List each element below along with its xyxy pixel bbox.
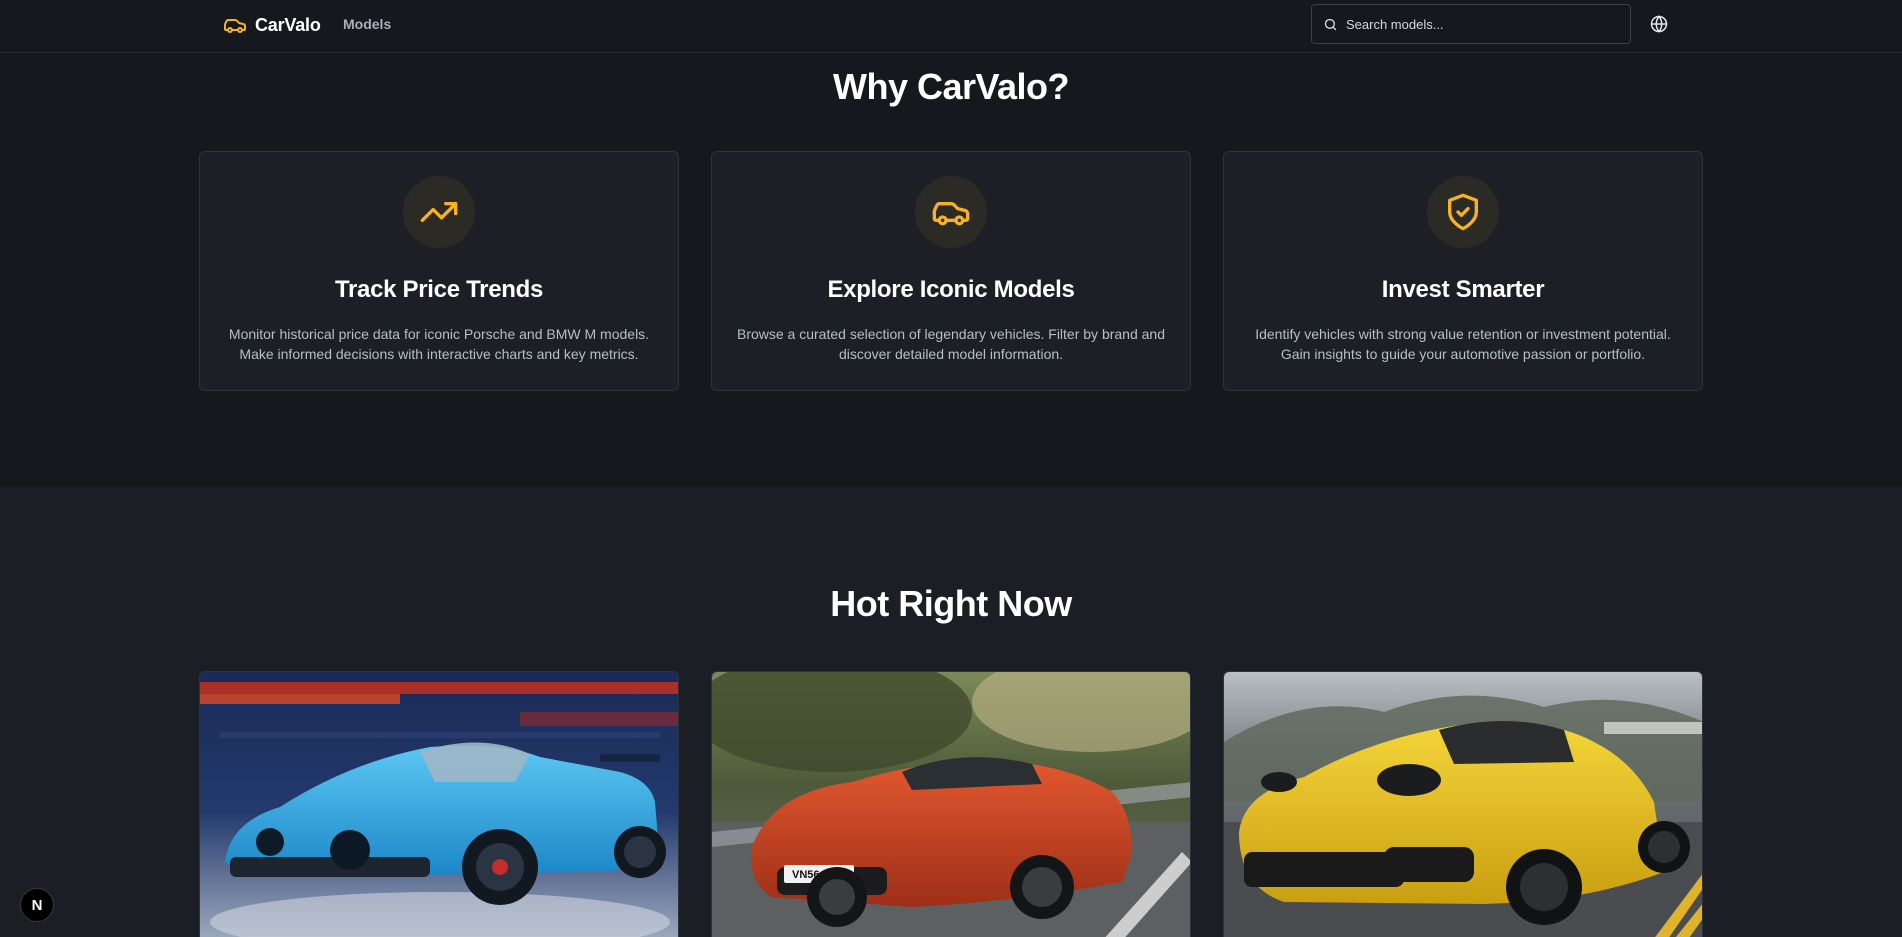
globe-icon[interactable] [1649, 14, 1669, 34]
feature-card-invest-smarter: Invest Smarter Identify vehicles with st… [1223, 151, 1703, 391]
trending-up-icon [420, 202, 458, 222]
why-section: Why CarValo? Track Price Trends Monitor … [0, 54, 1902, 487]
feature-title: Invest Smarter [1381, 276, 1545, 303]
car-image [1224, 672, 1702, 937]
feature-title: Track Price Trends [334, 276, 544, 303]
nav-link-models[interactable]: Models [343, 16, 391, 32]
logo-link[interactable]: CarValo [223, 13, 321, 37]
why-title: Why CarValo? [832, 66, 1070, 107]
feature-title: Explore Iconic Models [827, 276, 1075, 303]
feature-card-track-price: Track Price Trends Monitor historical pr… [199, 151, 679, 391]
hot-card-yellow-porsche[interactable] [1223, 671, 1703, 937]
search-input[interactable] [1346, 16, 1616, 32]
car-icon [224, 19, 246, 33]
hot-section: Hot Right Now VN56 [0, 487, 1902, 937]
feature-card-explore-models: Explore Iconic Models Browse a curated s… [711, 151, 1191, 391]
feature-icon-wrap [915, 176, 987, 248]
dev-tools-badge[interactable]: N [20, 888, 54, 922]
hot-card-blue-porsche[interactable] [199, 671, 679, 937]
logo-text: CarValo [255, 14, 321, 35]
feature-description: Monitor historical price data for iconic… [228, 326, 650, 362]
feature-icon-wrap [1427, 176, 1499, 248]
hot-card-red-aston-martin[interactable]: VN56 AML [711, 671, 1191, 937]
feature-description: Browse a curated selection of legendary … [736, 326, 1165, 362]
search-box[interactable] [1311, 4, 1631, 44]
next-logo-icon: N [31, 896, 43, 914]
shield-check-icon [1448, 193, 1478, 231]
search-icon [1324, 18, 1337, 30]
car-image [200, 672, 678, 937]
top-navbar: CarValo Models [0, 0, 1902, 53]
car-icon [932, 202, 970, 226]
car-image: VN56 AML [712, 672, 1190, 937]
feature-icon-wrap [403, 176, 475, 248]
hot-title: Hot Right Now [830, 583, 1072, 624]
feature-description: Identify vehicles with strong value rete… [1255, 326, 1671, 362]
